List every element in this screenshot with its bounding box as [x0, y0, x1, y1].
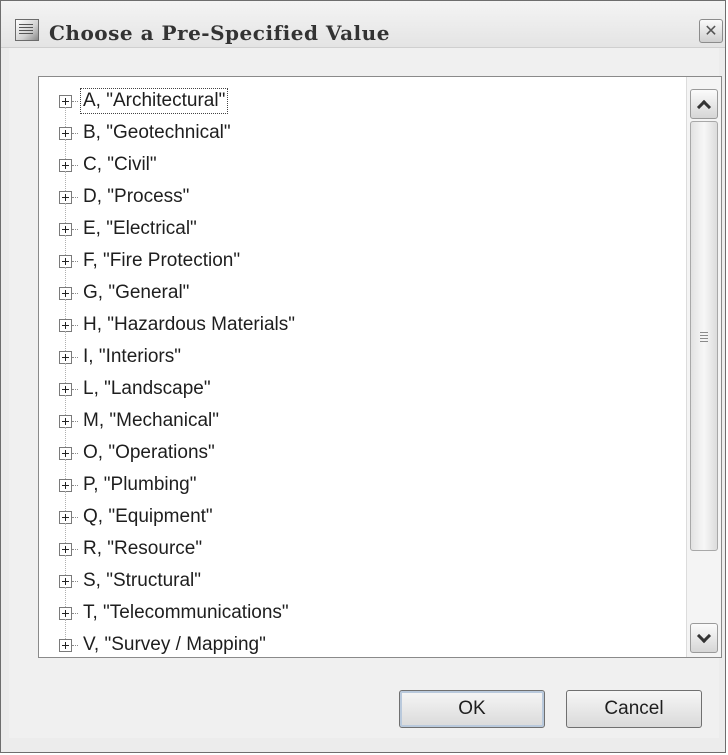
tree-item[interactable]: F, "Fire Protection": [59, 235, 297, 277]
plus-expand-icon[interactable]: [59, 446, 72, 460]
plus-expand-icon[interactable]: [59, 158, 72, 172]
tree-item-label: Q, "Equipment": [83, 506, 213, 527]
plus-expand-icon[interactable]: [59, 478, 72, 492]
dialog-title: Choose a Pre-Specified Value: [49, 21, 390, 45]
tree-item[interactable]: B, "Geotechnical": [59, 107, 297, 149]
tree-connector-line: [72, 452, 78, 454]
plus-expand-icon[interactable]: [59, 574, 72, 588]
tree-connector-line: [72, 228, 78, 230]
tree-item-label: O, "Operations": [83, 442, 215, 463]
plus-expand-icon[interactable]: [59, 638, 72, 652]
tree-item-label: B, "Geotechnical": [83, 122, 231, 143]
scroll-up-button[interactable]: [690, 89, 718, 119]
tree-item[interactable]: R, "Resource": [59, 523, 297, 565]
tree-item-label: V, "Survey / Mapping": [83, 634, 266, 655]
tree-item-label: R, "Resource": [83, 538, 203, 559]
tree-item[interactable]: D, "Process": [59, 171, 297, 213]
tree-connector-line: [72, 292, 78, 294]
tree-item-label: T, "Telecommunications": [83, 602, 289, 623]
close-icon: ✕: [704, 23, 718, 40]
tree-item[interactable]: O, "Operations": [59, 427, 297, 469]
plus-expand-icon[interactable]: [59, 126, 72, 140]
tree-connector-line: [72, 388, 78, 390]
tree-connector-line: [72, 612, 78, 614]
tree-item[interactable]: T, "Telecommunications": [59, 587, 297, 629]
plus-expand-icon[interactable]: [59, 254, 72, 268]
tree-connector-line: [72, 644, 78, 646]
tree-item[interactable]: P, "Plumbing": [59, 459, 297, 501]
plus-expand-icon[interactable]: [59, 350, 72, 364]
cancel-button[interactable]: Cancel: [566, 690, 702, 728]
app-icon: [15, 19, 39, 41]
plus-expand-icon[interactable]: [59, 382, 72, 396]
value-tree-view[interactable]: A, "Architectural" B, "Geotechnical" C, "C…: [38, 76, 722, 658]
tree-item-label: M, "Mechanical": [83, 410, 219, 431]
tree-item-label: S, "Structural": [83, 570, 202, 591]
tree-connector-line: [72, 196, 78, 198]
tree-item[interactable]: L, "Landscape": [59, 363, 297, 405]
plus-expand-icon[interactable]: [59, 94, 72, 108]
tree-item[interactable]: H, "Hazardous Materials": [59, 299, 297, 341]
tree-item-label: A, "Architectural": [79, 88, 229, 114]
tree-item-label: C, "Civil": [83, 154, 157, 175]
plus-expand-icon[interactable]: [59, 510, 72, 524]
tree-item-label: L, "Landscape": [83, 378, 211, 399]
tree-item-label: G, "General": [83, 282, 190, 303]
tree-item[interactable]: S, "Structural": [59, 555, 297, 597]
tree-connector-line: [72, 548, 78, 550]
tree-item-label: H, "Hazardous Materials": [83, 314, 296, 335]
plus-expand-icon[interactable]: [59, 606, 72, 620]
tree-connector-line: [72, 260, 78, 262]
close-button[interactable]: ✕: [699, 19, 723, 43]
tree-item[interactable]: Q, "Equipment": [59, 491, 297, 533]
tree-item[interactable]: G, "General": [59, 267, 297, 309]
tree-item-label: F, "Fire Protection": [83, 250, 241, 271]
tree-item-label: I, "Interiors": [83, 346, 181, 367]
tree-item-label: P, "Plumbing": [83, 474, 197, 495]
grip-icon: [700, 330, 708, 342]
scroll-thumb[interactable]: [690, 121, 718, 551]
tree-connector-line: [72, 484, 78, 486]
tree-connector-line: [72, 164, 78, 166]
tree-item[interactable]: V, "Survey / Mapping": [59, 619, 297, 657]
chevron-down-icon: [696, 628, 712, 643]
plus-expand-icon[interactable]: [59, 318, 72, 332]
title-bar[interactable]: Choose a Pre-Specified Value ✕: [1, 1, 725, 48]
plus-expand-icon[interactable]: [59, 190, 72, 204]
dialog-body: A, "Architectural" B, "Geotechnical" C, "C…: [9, 48, 722, 738]
plus-expand-icon[interactable]: [59, 542, 72, 556]
tree-item-list: A, "Architectural" B, "Geotechnical" C, "C…: [59, 85, 297, 657]
scroll-down-button[interactable]: [690, 623, 718, 653]
tree-item[interactable]: E, "Electrical": [59, 203, 297, 245]
tree-connector-line: [72, 324, 78, 326]
tree-connector-line: [72, 356, 78, 358]
tree-item[interactable]: C, "Civil": [59, 139, 297, 181]
plus-expand-icon[interactable]: [59, 414, 72, 428]
dialog-window: Choose a Pre-Specified Value ✕ A, "Archi…: [0, 0, 726, 753]
tree-connector-line: [72, 132, 78, 134]
tree-connector-line: [72, 516, 78, 518]
vertical-scrollbar[interactable]: [686, 77, 721, 657]
tree-connector-line: [72, 580, 78, 582]
tree-connector-line: [72, 100, 78, 102]
tree-item-label: D, "Process": [83, 186, 190, 207]
plus-expand-icon[interactable]: [59, 222, 72, 236]
tree-item-label: E, "Electrical": [83, 218, 197, 239]
plus-expand-icon[interactable]: [59, 286, 72, 300]
chevron-up-icon: [696, 99, 712, 114]
tree-connector-line: [72, 420, 78, 422]
tree-item[interactable]: A, "Architectural": [59, 85, 297, 117]
tree-item[interactable]: I, "Interiors": [59, 331, 297, 373]
tree-item[interactable]: M, "Mechanical": [59, 395, 297, 437]
ok-button[interactable]: OK: [399, 690, 545, 728]
